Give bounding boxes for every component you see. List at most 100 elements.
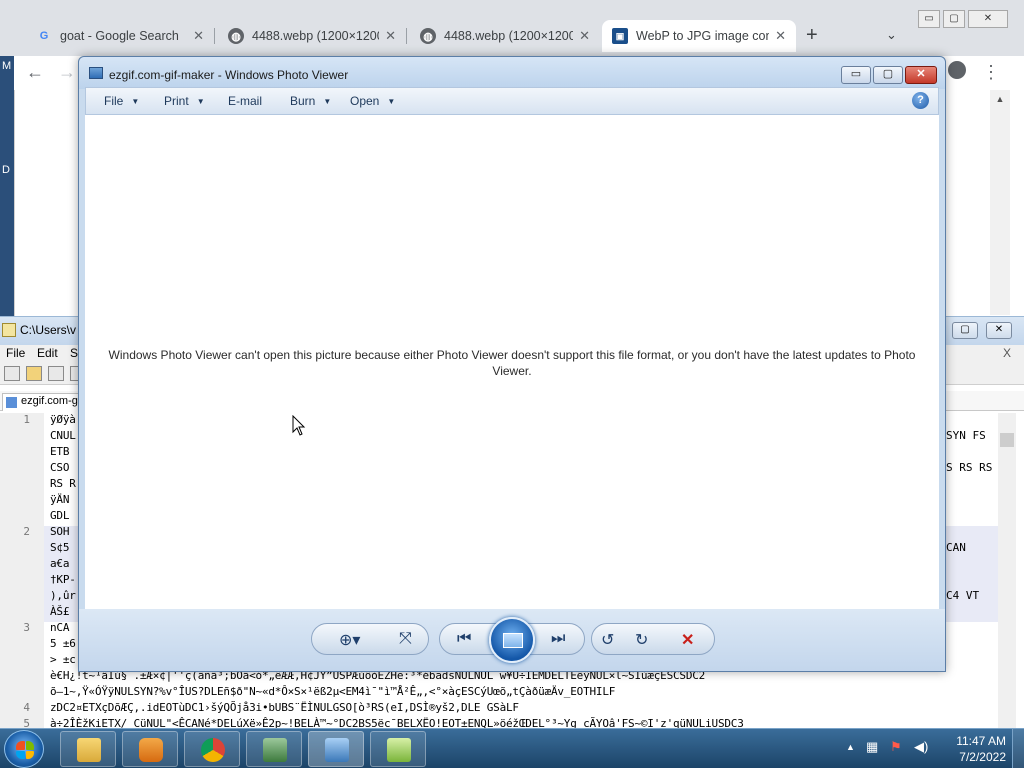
- print-menu-button[interactable]: Print ▼: [164, 94, 205, 108]
- code-line: õ–1~,Ÿ«ÓŸÿNULSYN?%v°ÎUS?DLEñ$ð"N~«d*Ô×S×…: [50, 685, 616, 698]
- line-number: 1: [23, 413, 30, 426]
- code-line: zDC2¤ETXçDõÆÇ,.idEOTùDC1›šýQÕjå3i•bUBS¨Ë…: [50, 701, 519, 714]
- start-button[interactable]: [4, 730, 44, 768]
- line-number: 4: [23, 701, 30, 714]
- media-player-icon: [139, 738, 163, 762]
- burn-menu-button[interactable]: Burn ▼: [290, 94, 331, 108]
- taskbar-chrome[interactable]: [184, 731, 240, 767]
- show-desktop-button[interactable]: [1012, 729, 1024, 768]
- previous-icon[interactable]: ⏮: [457, 630, 471, 648]
- code-fragment: C4 VT: [946, 589, 980, 602]
- code-line: CNUL: [50, 429, 76, 442]
- system-clock[interactable]: 11:47 AM 7/2/2022: [936, 733, 1006, 765]
- action-center-icon[interactable]: ⚑: [890, 739, 902, 755]
- zoom-icon[interactable]: ⊕▾: [339, 630, 360, 650]
- tab-close-icon[interactable]: ✕: [385, 28, 396, 44]
- clock-time: 11:47 AM: [956, 734, 1006, 748]
- code-line: †KP-: [50, 573, 76, 586]
- viewer-close-button[interactable]: ✕: [905, 66, 937, 84]
- tab-goat-search[interactable]: G goat - Google Search ✕: [26, 20, 214, 52]
- folder-icon: [77, 738, 101, 762]
- error-message: Windows Photo Viewer can't open this pic…: [108, 348, 916, 378]
- line-number-gutter: [0, 413, 44, 729]
- photo-viewer-canvas: Windows Photo Viewer can't open this pic…: [85, 115, 939, 609]
- network-icon[interactable]: ▦: [866, 739, 878, 755]
- editor-maximize-button[interactable]: ▢: [952, 322, 978, 339]
- email-button[interactable]: E-mail: [228, 94, 262, 108]
- chrome-minimize-button[interactable]: ▭: [918, 10, 940, 28]
- open-folder-icon[interactable]: [26, 366, 42, 381]
- tab-divider: [214, 28, 215, 44]
- forward-arrow-icon[interactable]: →: [58, 62, 76, 83]
- tab-title: 4488.webp (1200×1200): [252, 29, 380, 43]
- back-arrow-icon[interactable]: ←: [26, 62, 44, 83]
- taskbar-notepad[interactable]: [370, 731, 426, 767]
- file-menu-button[interactable]: File ▼: [104, 94, 139, 108]
- tab-close-icon[interactable]: ✕: [775, 28, 786, 44]
- viewer-minimize-button[interactable]: ▭: [841, 66, 871, 84]
- tab-close-icon[interactable]: ✕: [193, 28, 204, 44]
- clock-date: 7/2/2022: [959, 750, 1006, 764]
- desktop-letter: D: [2, 164, 10, 176]
- menu-edit[interactable]: Edit: [37, 346, 58, 360]
- chrome-close-button[interactable]: ✕: [968, 10, 1008, 28]
- tab-title: WebP to JPG image con: [636, 29, 770, 43]
- taskbar-media-player[interactable]: [122, 731, 178, 767]
- notepad-icon: [2, 323, 16, 337]
- line-number: 3: [23, 621, 30, 634]
- rotate-clockwise-icon[interactable]: ↻: [635, 630, 648, 650]
- code-line: S¢5: [50, 541, 70, 554]
- tab-close-icon[interactable]: ✕: [579, 28, 590, 44]
- help-icon[interactable]: ?: [912, 92, 929, 109]
- dropdown-arrow-icon: ▼: [131, 97, 140, 106]
- tab-title: 4488.webp (1200×1200): [444, 29, 574, 43]
- dropdown-arrow-icon: ▼: [387, 97, 396, 106]
- taskbar-task-manager[interactable]: [246, 731, 302, 767]
- tab-search-icon[interactable]: ⌄: [886, 27, 897, 43]
- notepad-plus-icon: [387, 738, 411, 762]
- chrome-scrollbar[interactable]: ▲: [990, 90, 1010, 315]
- next-icon[interactable]: ⏭: [551, 630, 565, 648]
- taskbar-explorer[interactable]: [60, 731, 116, 767]
- slideshow-button[interactable]: [489, 617, 535, 663]
- menu-file[interactable]: File: [6, 346, 25, 360]
- editor-file-tab[interactable]: ezgif.com-gif: [2, 393, 89, 411]
- windows-taskbar: ▲ ▦ ⚑ ◀) 11:47 AM 7/2/2022: [0, 728, 1024, 768]
- globe-icon: ◍: [420, 28, 436, 44]
- line-number: 2: [23, 525, 30, 538]
- profile-avatar[interactable]: [948, 61, 966, 79]
- chrome-maximize-button[interactable]: ▢: [943, 10, 965, 28]
- code-line: a€a: [50, 557, 70, 570]
- tray-overflow-icon[interactable]: ▲: [846, 742, 855, 752]
- scroll-up-icon[interactable]: ▲: [990, 94, 1010, 104]
- open-menu-button[interactable]: Open ▼: [350, 94, 395, 108]
- menu-search[interactable]: S: [70, 346, 78, 360]
- new-tab-button[interactable]: +: [806, 24, 818, 47]
- new-file-icon[interactable]: [4, 366, 20, 381]
- tab-webp-2[interactable]: ◍ 4488.webp (1200×1200) ✕: [410, 20, 600, 52]
- tab-webp-1[interactable]: ◍ 4488.webp (1200×1200) ✕: [218, 20, 406, 52]
- taskbar-photo-viewer[interactable]: [308, 731, 364, 767]
- desktop-edge: M D: [0, 56, 14, 336]
- editor-close-button[interactable]: ✕: [986, 322, 1012, 339]
- code-line: ÿØÿà: [50, 413, 76, 426]
- chrome-menu-icon[interactable]: ⋮: [982, 62, 1000, 83]
- tab-webp-to-jpg[interactable]: ▣ WebP to JPG image con ✕: [602, 20, 796, 52]
- scroll-thumb[interactable]: [1000, 433, 1014, 447]
- actual-size-icon[interactable]: ⤧: [399, 630, 412, 648]
- code-line: 5 ±6: [50, 637, 76, 650]
- editor-scrollbar[interactable]: [998, 413, 1016, 729]
- volume-icon[interactable]: ◀): [914, 739, 928, 755]
- command-label: Print: [164, 94, 189, 108]
- code-fragment: CAN: [946, 541, 966, 554]
- command-label: Burn: [290, 94, 316, 108]
- code-line: nCA: [50, 621, 70, 634]
- delete-icon[interactable]: ✕: [681, 630, 694, 650]
- task-manager-icon: [263, 738, 287, 762]
- menu-close-icon[interactable]: X: [1003, 346, 1011, 360]
- viewer-maximize-button[interactable]: ▢: [873, 66, 903, 84]
- save-icon[interactable]: [48, 366, 64, 381]
- rotate-counterclockwise-icon[interactable]: ↺: [601, 630, 614, 650]
- photo-viewer-controls: ⊕▾ ⤧ ⏮ ⏭ ↺ ↻ ✕: [79, 609, 945, 671]
- code-line: ÀŠ£: [50, 605, 70, 618]
